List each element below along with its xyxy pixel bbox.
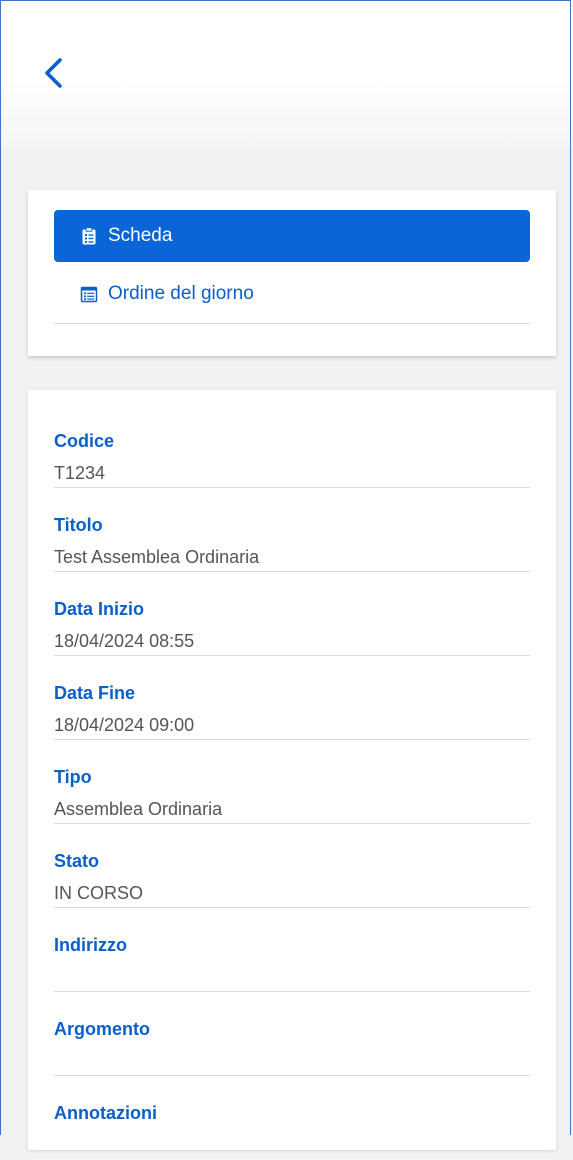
tab-ordine-del-giorno[interactable]: Ordine del giorno (54, 268, 530, 320)
field-stato: Stato IN CORSO (54, 824, 530, 908)
tab-scheda[interactable]: Scheda (54, 210, 530, 262)
field-label-stato: Stato (54, 851, 99, 871)
back-button[interactable] (38, 52, 78, 96)
field-label-indirizzo: Indirizzo (54, 935, 127, 955)
field-value-stato: IN CORSO (54, 883, 144, 903)
chevron-left-icon (45, 58, 62, 88)
field-tipo: Tipo Assemblea Ordinaria (54, 740, 530, 824)
field-data-fine: Data Fine 18/04/2024 09:00 (54, 656, 530, 740)
tab-ordine-del-giorno-label: Ordine del giorno (108, 283, 254, 304)
field-label-codice: Codice (54, 431, 115, 451)
field-value-data-inizio: 18/04/2024 08:55 (54, 631, 195, 651)
field-label-titolo: Titolo (54, 515, 103, 535)
field-value-tipo: Assemblea Ordinaria (54, 799, 223, 819)
field-label-argomento: Argomento (54, 1019, 150, 1039)
field-value-titolo: Test Assemblea Ordinaria (54, 547, 260, 567)
field-argomento: Argomento (54, 992, 530, 1076)
field-label-tipo: Tipo (54, 767, 92, 787)
field-data-inizio: Data Inizio 18/04/2024 08:55 (54, 572, 530, 656)
tab-scheda-label: Scheda (108, 225, 173, 246)
top-bar (0, 0, 573, 150)
field-titolo: Titolo Test Assemblea Ordinaria (54, 488, 530, 572)
field-codice: Codice T1234 (54, 404, 530, 488)
field-annotazioni: Annotazioni (54, 1076, 530, 1160)
tabs-divider (54, 323, 530, 324)
field-label-annotazioni: Annotazioni (54, 1103, 157, 1123)
tabs-card: Scheda Ordine del giorno (28, 190, 556, 356)
calendar-list-icon (80, 285, 98, 303)
details-card: Codice T1234 Titolo Test Assemblea Ordin… (28, 390, 556, 1150)
field-value-codice: T1234 (54, 463, 106, 483)
field-label-data-inizio: Data Inizio (54, 599, 145, 619)
field-label-data-fine: Data Fine (54, 683, 136, 703)
field-indirizzo: Indirizzo (54, 908, 530, 992)
clipboard-icon (80, 227, 98, 245)
field-value-data-fine: 18/04/2024 09:00 (54, 715, 195, 735)
